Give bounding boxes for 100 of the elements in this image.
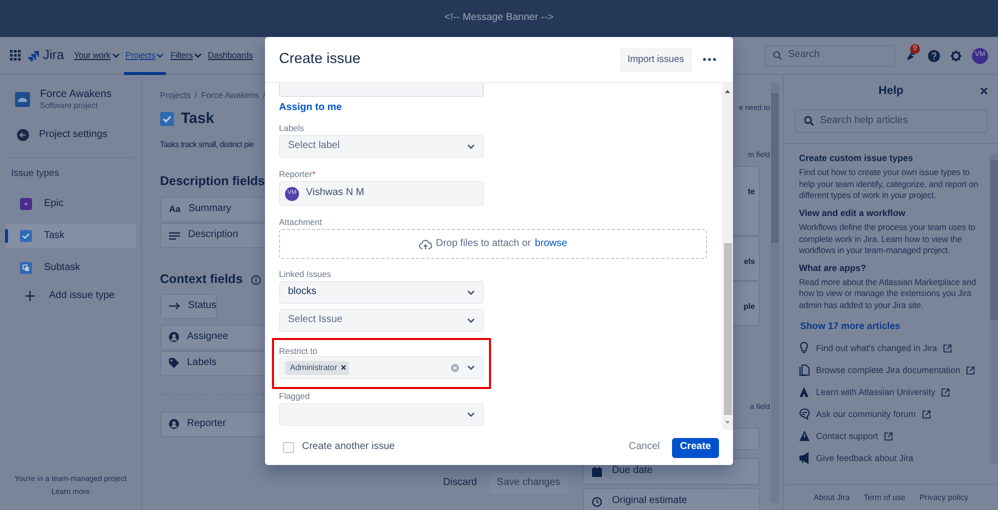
select-field[interactable]: Select label [279, 135, 484, 158]
checkbox-label[interactable]: Create another issue [302, 441, 395, 454]
field-label: Linked Issues [279, 269, 331, 279]
calendar-icon [592, 466, 602, 477]
attachment-drop-zone[interactable]: Drop files to attach or browse [279, 229, 707, 259]
chevron-down-icon [467, 412, 475, 417]
chevron-down-icon [194, 53, 202, 58]
checkbox-icon [160, 112, 174, 126]
search-icon [804, 116, 814, 126]
dialog-title: Create issue [279, 50, 360, 69]
field-label: Flagged [279, 391, 310, 401]
scroll-down-icon[interactable] [725, 421, 730, 424]
more-icon[interactable] [703, 58, 716, 61]
external-link-icon[interactable] [943, 344, 952, 353]
nav-link[interactable]: Projects [124, 36, 166, 74]
help-link[interactable]: Contact support [799, 425, 986, 448]
chevron-down-icon [112, 53, 120, 58]
field-row[interactable]: Original estimate [583, 488, 760, 510]
chevron-down-icon [467, 144, 475, 149]
info-icon [250, 274, 261, 285]
select-field[interactable]: blocks [279, 281, 484, 304]
select-field[interactable]: Select Issue [279, 309, 484, 332]
page-title: Task [181, 110, 214, 128]
tag-chip[interactable]: Administrator [285, 360, 350, 374]
sidebar-link[interactable]: Project settings [39, 128, 108, 142]
field-row[interactable]: Status [160, 294, 217, 319]
search-placeholder: Search help articles [820, 114, 908, 128]
help-link[interactable]: Learn with Atlassian University [799, 381, 986, 404]
help-link[interactable]: Browse complete Jira documentation [799, 359, 986, 382]
search-icon [773, 51, 782, 60]
footer-link[interactable]: About Jira [814, 492, 850, 502]
article-title[interactable]: Create custom issue types [799, 153, 986, 164]
jira-logo-icon [28, 50, 40, 62]
clear-icon[interactable] [451, 364, 459, 372]
breadcrumb[interactable]: / [194, 90, 198, 101]
breadcrumb[interactable]: Projects [160, 90, 191, 101]
field-label: Reporter [279, 169, 312, 179]
section-heading: Context fields [160, 272, 243, 288]
field-label: Labels [279, 123, 304, 133]
help-icon[interactable] [928, 50, 940, 62]
nav-link[interactable]: Dashboards [206, 36, 255, 74]
sidebar-section-title: Issue types [10, 168, 60, 180]
discard-button[interactable]: Discard [443, 476, 477, 490]
nav-link[interactable]: Filters [168, 36, 204, 74]
scrollbar[interactable] [771, 83, 779, 503]
sidebar-item[interactable]: Task [5, 224, 136, 248]
cloud-upload-icon [418, 238, 432, 250]
search-placeholder: Search [788, 49, 820, 62]
user-icon [169, 332, 179, 342]
article-description: Read more about the Atlassian Marketplace and how to view or manage the extensions you Jira admin has added to your Jira site. [799, 276, 977, 312]
scrollbar[interactable] [990, 154, 998, 464]
nav-link[interactable]: Your work [72, 36, 122, 74]
help-search-field[interactable]: Search help articles [795, 109, 988, 133]
settings-icon[interactable] [950, 50, 962, 62]
tag-icon [169, 358, 179, 368]
select-field[interactable] [279, 403, 484, 426]
external-link-icon[interactable] [884, 432, 894, 441]
project-avatar-icon [15, 92, 30, 108]
triangle-logo-icon [799, 386, 810, 398]
help-link[interactable]: Give feedback about Jira [799, 447, 986, 470]
browse-link[interactable]: browse [534, 238, 568, 250]
external-link-icon[interactable] [941, 388, 950, 397]
article-title[interactable]: View and edit a workflow [799, 208, 986, 219]
show-more-link[interactable]: Show 17 more articles [800, 321, 986, 334]
article-title[interactable]: What are apps? [799, 262, 986, 274]
plus-icon [25, 291, 35, 301]
chevron-down-icon [467, 318, 475, 323]
chevron-down-icon [156, 53, 164, 58]
breadcrumb[interactable]: Force Awakens [201, 90, 260, 101]
help-link[interactable]: Find out what's changed in Jira [799, 337, 986, 360]
assign-to-me-link[interactable]: Assign to me [279, 101, 722, 115]
sidebar-item[interactable]: Subtask [5, 256, 136, 280]
checkbox-icon [20, 230, 32, 242]
import-issues-button[interactable]: Import issues [620, 48, 692, 72]
remove-icon[interactable] [341, 365, 346, 370]
footer-link[interactable]: Privacy policy [919, 492, 968, 502]
app-grid-icon[interactable] [10, 50, 21, 61]
multi-select-field[interactable]: Administrator [279, 356, 484, 379]
external-link-icon[interactable] [966, 366, 976, 375]
documents-icon [799, 364, 810, 376]
sidebar-item[interactable]: Epic [5, 192, 136, 216]
help-link[interactable]: Ask our community forum [799, 403, 986, 426]
project-name[interactable]: Force Awakens [40, 88, 112, 102]
subtask-icon [20, 262, 32, 274]
checkbox[interactable] [283, 442, 294, 453]
select-field[interactable] [279, 83, 484, 97]
scroll-up-icon[interactable] [725, 90, 730, 93]
search-field[interactable]: Search [765, 44, 895, 66]
cancel-button[interactable]: Cancel [628, 438, 660, 457]
speech-bubble-icon [799, 408, 810, 420]
create-button[interactable]: Create [672, 438, 719, 458]
sidebar-link[interactable]: Add issue type [49, 290, 115, 302]
external-link-icon[interactable] [922, 410, 931, 419]
project-type: Software project [40, 101, 99, 112]
footer-link[interactable]: Term of use [864, 492, 906, 502]
lightbulb-icon [799, 342, 810, 354]
scrollbar[interactable] [722, 83, 733, 430]
user-icon [169, 419, 179, 430]
close-icon[interactable] [980, 87, 988, 95]
jira-logo-text: Jira [43, 47, 64, 64]
